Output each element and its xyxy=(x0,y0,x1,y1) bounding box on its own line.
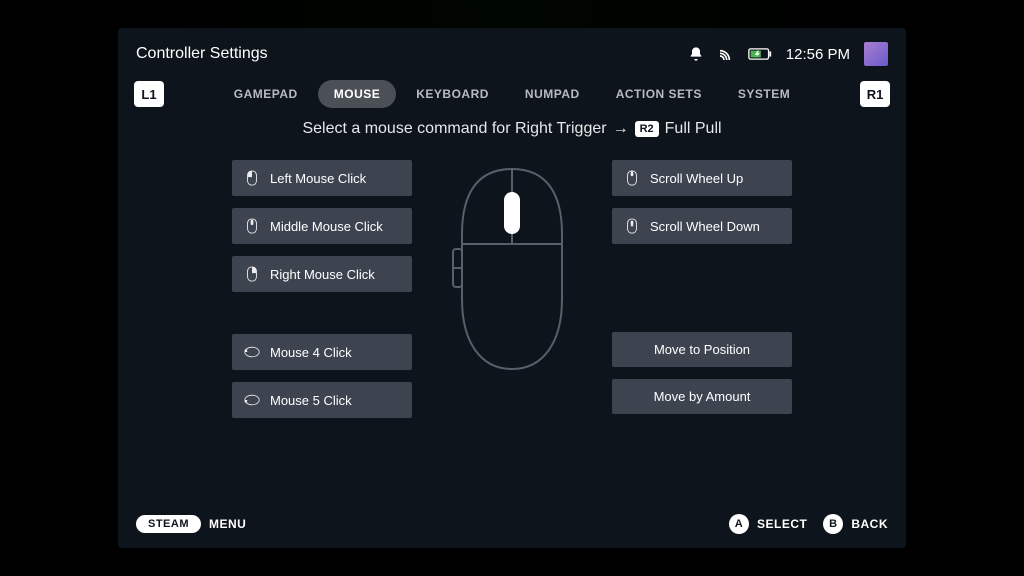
btn-label: Mouse 5 Click xyxy=(270,393,352,408)
right-column: Scroll Wheel Up Scroll Wheel Down Move t… xyxy=(612,160,792,414)
mouse-middle-icon xyxy=(244,218,260,234)
tab-action-sets[interactable]: ACTION SETS xyxy=(600,80,718,108)
btn-label: Left Mouse Click xyxy=(270,171,366,186)
btn-left-mouse-click[interactable]: Left Mouse Click xyxy=(232,160,412,196)
steam-button[interactable]: STEAM xyxy=(136,515,201,533)
prompt-text: Select a mouse command for Right Trigger xyxy=(302,120,606,138)
scroll-up-icon xyxy=(624,170,640,186)
btn-label: Scroll Wheel Up xyxy=(650,171,743,186)
button-b-icon: B xyxy=(823,514,843,534)
hint-back-label: BACK xyxy=(851,517,888,531)
btn-scroll-wheel-up[interactable]: Scroll Wheel Up xyxy=(612,160,792,196)
button-a-icon: A xyxy=(729,514,749,534)
bell-icon[interactable] xyxy=(688,46,704,62)
left-column: Left Mouse Click Middle Mouse Click Righ… xyxy=(232,160,412,418)
content-area: Left Mouse Click Middle Mouse Click Righ… xyxy=(118,152,906,504)
btn-scroll-wheel-down[interactable]: Scroll Wheel Down xyxy=(612,208,792,244)
clock: 12:56 PM xyxy=(786,46,850,63)
menu-label: MENU xyxy=(209,517,246,531)
btn-right-mouse-click[interactable]: Right Mouse Click xyxy=(232,256,412,292)
keycap-r2: R2 xyxy=(635,121,659,137)
mouse-diagram xyxy=(442,160,582,374)
mouse-side-icon xyxy=(244,392,260,408)
page-title: Controller Settings xyxy=(136,45,268,63)
tab-numpad[interactable]: NUMPAD xyxy=(509,80,596,108)
prompt-line: Select a mouse command for Right Trigger… xyxy=(118,118,906,152)
mouse-side-icon xyxy=(244,344,260,360)
hint-back: B BACK xyxy=(823,514,888,534)
btn-label: Right Mouse Click xyxy=(270,267,375,282)
scroll-down-icon xyxy=(624,218,640,234)
btn-label: Mouse 4 Click xyxy=(270,345,352,360)
settings-panel: Controller Settings 12:56 PM L1 GAMEPAD xyxy=(118,28,906,548)
battery-icon xyxy=(748,47,772,61)
hint-select: A SELECT xyxy=(729,514,807,534)
hint-select-label: SELECT xyxy=(757,517,807,531)
mouse-right-icon xyxy=(244,266,260,282)
header-bar: Controller Settings 12:56 PM xyxy=(118,28,906,74)
tab-list: GAMEPAD MOUSE KEYBOARD NUMPAD ACTION SET… xyxy=(218,80,806,108)
btn-mouse-4-click[interactable]: Mouse 4 Click xyxy=(232,334,412,370)
tab-keyboard[interactable]: KEYBOARD xyxy=(400,80,505,108)
btn-mouse-5-click[interactable]: Mouse 5 Click xyxy=(232,382,412,418)
bumper-right[interactable]: R1 xyxy=(860,81,890,107)
tab-system[interactable]: SYSTEM xyxy=(722,80,806,108)
tab-mouse[interactable]: MOUSE xyxy=(318,80,397,108)
cast-icon[interactable] xyxy=(718,46,734,62)
bumper-left[interactable]: L1 xyxy=(134,81,164,107)
tab-gamepad[interactable]: GAMEPAD xyxy=(218,80,314,108)
btn-label: Middle Mouse Click xyxy=(270,219,383,234)
btn-middle-mouse-click[interactable]: Middle Mouse Click xyxy=(232,208,412,244)
footer-bar: STEAM MENU A SELECT B BACK xyxy=(118,504,906,548)
btn-label: Scroll Wheel Down xyxy=(650,219,760,234)
btn-label: Move by Amount xyxy=(654,389,751,404)
avatar[interactable] xyxy=(864,42,888,66)
prompt-arrow: → xyxy=(613,120,629,138)
btn-move-by-amount[interactable]: Move by Amount xyxy=(612,379,792,414)
prompt-suffix: Full Pull xyxy=(665,120,722,138)
status-area: 12:56 PM xyxy=(688,42,888,66)
btn-label: Move to Position xyxy=(654,342,750,357)
mouse-left-icon xyxy=(244,170,260,186)
btn-move-to-position[interactable]: Move to Position xyxy=(612,332,792,367)
tab-row: L1 GAMEPAD MOUSE KEYBOARD NUMPAD ACTION … xyxy=(118,74,906,118)
